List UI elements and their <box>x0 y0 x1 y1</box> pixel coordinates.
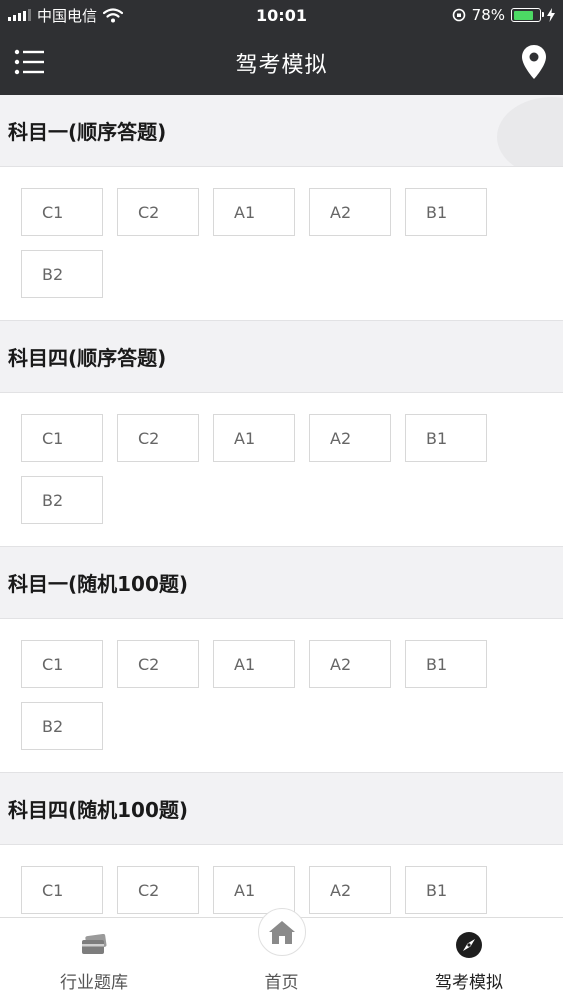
license-button-b2[interactable]: B2 <box>21 702 103 750</box>
section-header: 科目一(顺序答题) <box>0 95 563 167</box>
section-title: 科目四(随机100题) <box>8 798 189 822</box>
section-header: 科目一(随机100题) <box>0 547 563 619</box>
section-title: 科目一(顺序答题) <box>8 120 167 144</box>
charging-icon <box>547 8 555 22</box>
license-grid: C1 C2 A1 A2 B1 B2 <box>21 866 511 917</box>
tab-question-bank[interactable]: 行业题库 <box>0 918 188 1000</box>
rotation-lock-icon <box>452 8 465 22</box>
license-grid: C1 C2 A1 A2 B1 B2 <box>21 188 511 298</box>
license-button-c2[interactable]: C2 <box>117 414 199 462</box>
nav-bar: 驾考模拟 <box>0 30 563 95</box>
section-body: C1 C2 A1 A2 B1 B2 <box>0 845 563 917</box>
license-button-b1[interactable]: B1 <box>405 866 487 914</box>
page-title: 驾考模拟 <box>235 52 328 78</box>
license-button-b1[interactable]: B1 <box>405 414 487 462</box>
main-content[interactable]: 科目一(顺序答题) C1 C2 A1 A2 B1 B2 科目四(顺序答题) C1… <box>0 95 563 917</box>
section: 科目四(随机100题) C1 C2 A1 A2 B1 B2 <box>0 773 563 917</box>
section-title: 科目一(随机100题) <box>8 572 189 596</box>
section-header: 科目四(顺序答题) <box>0 321 563 393</box>
license-button-a1[interactable]: A1 <box>213 866 295 914</box>
cards-icon <box>82 934 107 954</box>
section: 科目四(顺序答题) C1 C2 A1 A2 B1 B2 <box>0 321 563 547</box>
license-button-a2[interactable]: A2 <box>309 188 391 236</box>
floating-button-shadow <box>497 97 563 166</box>
section-header: 科目四(随机100题) <box>0 773 563 845</box>
license-grid: C1 C2 A1 A2 B1 B2 <box>21 414 511 524</box>
license-button-b2[interactable]: B2 <box>21 250 103 298</box>
battery-icon <box>511 8 544 22</box>
license-button-c2[interactable]: C2 <box>117 188 199 236</box>
home-button-circle[interactable] <box>257 908 306 956</box>
license-button-c1[interactable]: C1 <box>21 188 103 236</box>
battery-fill <box>513 10 533 20</box>
battery-percent: 78% <box>471 6 505 24</box>
section: 科目一(随机100题) C1 C2 A1 A2 B1 B2 <box>0 547 563 773</box>
license-button-c1[interactable]: C1 <box>21 866 103 914</box>
tab-label: 驾考模拟 <box>435 973 503 993</box>
license-button-c1[interactable]: C1 <box>21 414 103 462</box>
section-title: 科目四(顺序答题) <box>8 346 167 370</box>
section-body: C1 C2 A1 A2 B1 B2 <box>0 393 563 547</box>
home-icon <box>268 921 295 944</box>
section-body: C1 C2 A1 A2 B1 B2 <box>0 167 563 321</box>
tab-bar: 行业题库 首页 驾考模拟 <box>0 908 563 1000</box>
license-grid: C1 C2 A1 A2 B1 B2 <box>21 640 511 750</box>
license-button-c2[interactable]: C2 <box>117 866 199 914</box>
license-button-a1[interactable]: A1 <box>213 188 295 236</box>
license-button-b2[interactable]: B2 <box>21 476 103 524</box>
tab-driving-sim[interactable]: 驾考模拟 <box>375 918 563 1000</box>
license-button-a2[interactable]: A2 <box>309 414 391 462</box>
license-button-c1[interactable]: C1 <box>21 640 103 688</box>
tab-label: 行业题库 <box>60 973 128 993</box>
compass-icon <box>456 932 482 958</box>
tab-home[interactable]: 首页 <box>188 908 375 1000</box>
license-button-b1[interactable]: B1 <box>405 188 487 236</box>
license-button-c2[interactable]: C2 <box>117 640 199 688</box>
section-body: C1 C2 A1 A2 B1 B2 <box>0 619 563 773</box>
license-button-a2[interactable]: A2 <box>309 866 391 914</box>
status-right: 78% <box>452 0 555 30</box>
license-button-a1[interactable]: A1 <box>213 414 295 462</box>
license-button-a1[interactable]: A1 <box>213 640 295 688</box>
location-pin-icon[interactable] <box>521 44 547 80</box>
license-button-b1[interactable]: B1 <box>405 640 487 688</box>
license-button-a2[interactable]: A2 <box>309 640 391 688</box>
status-bar: 中国电信 10:01 78% <box>0 0 563 30</box>
section: 科目一(顺序答题) C1 C2 A1 A2 B1 B2 <box>0 95 563 321</box>
tab-label: 首页 <box>264 973 299 993</box>
